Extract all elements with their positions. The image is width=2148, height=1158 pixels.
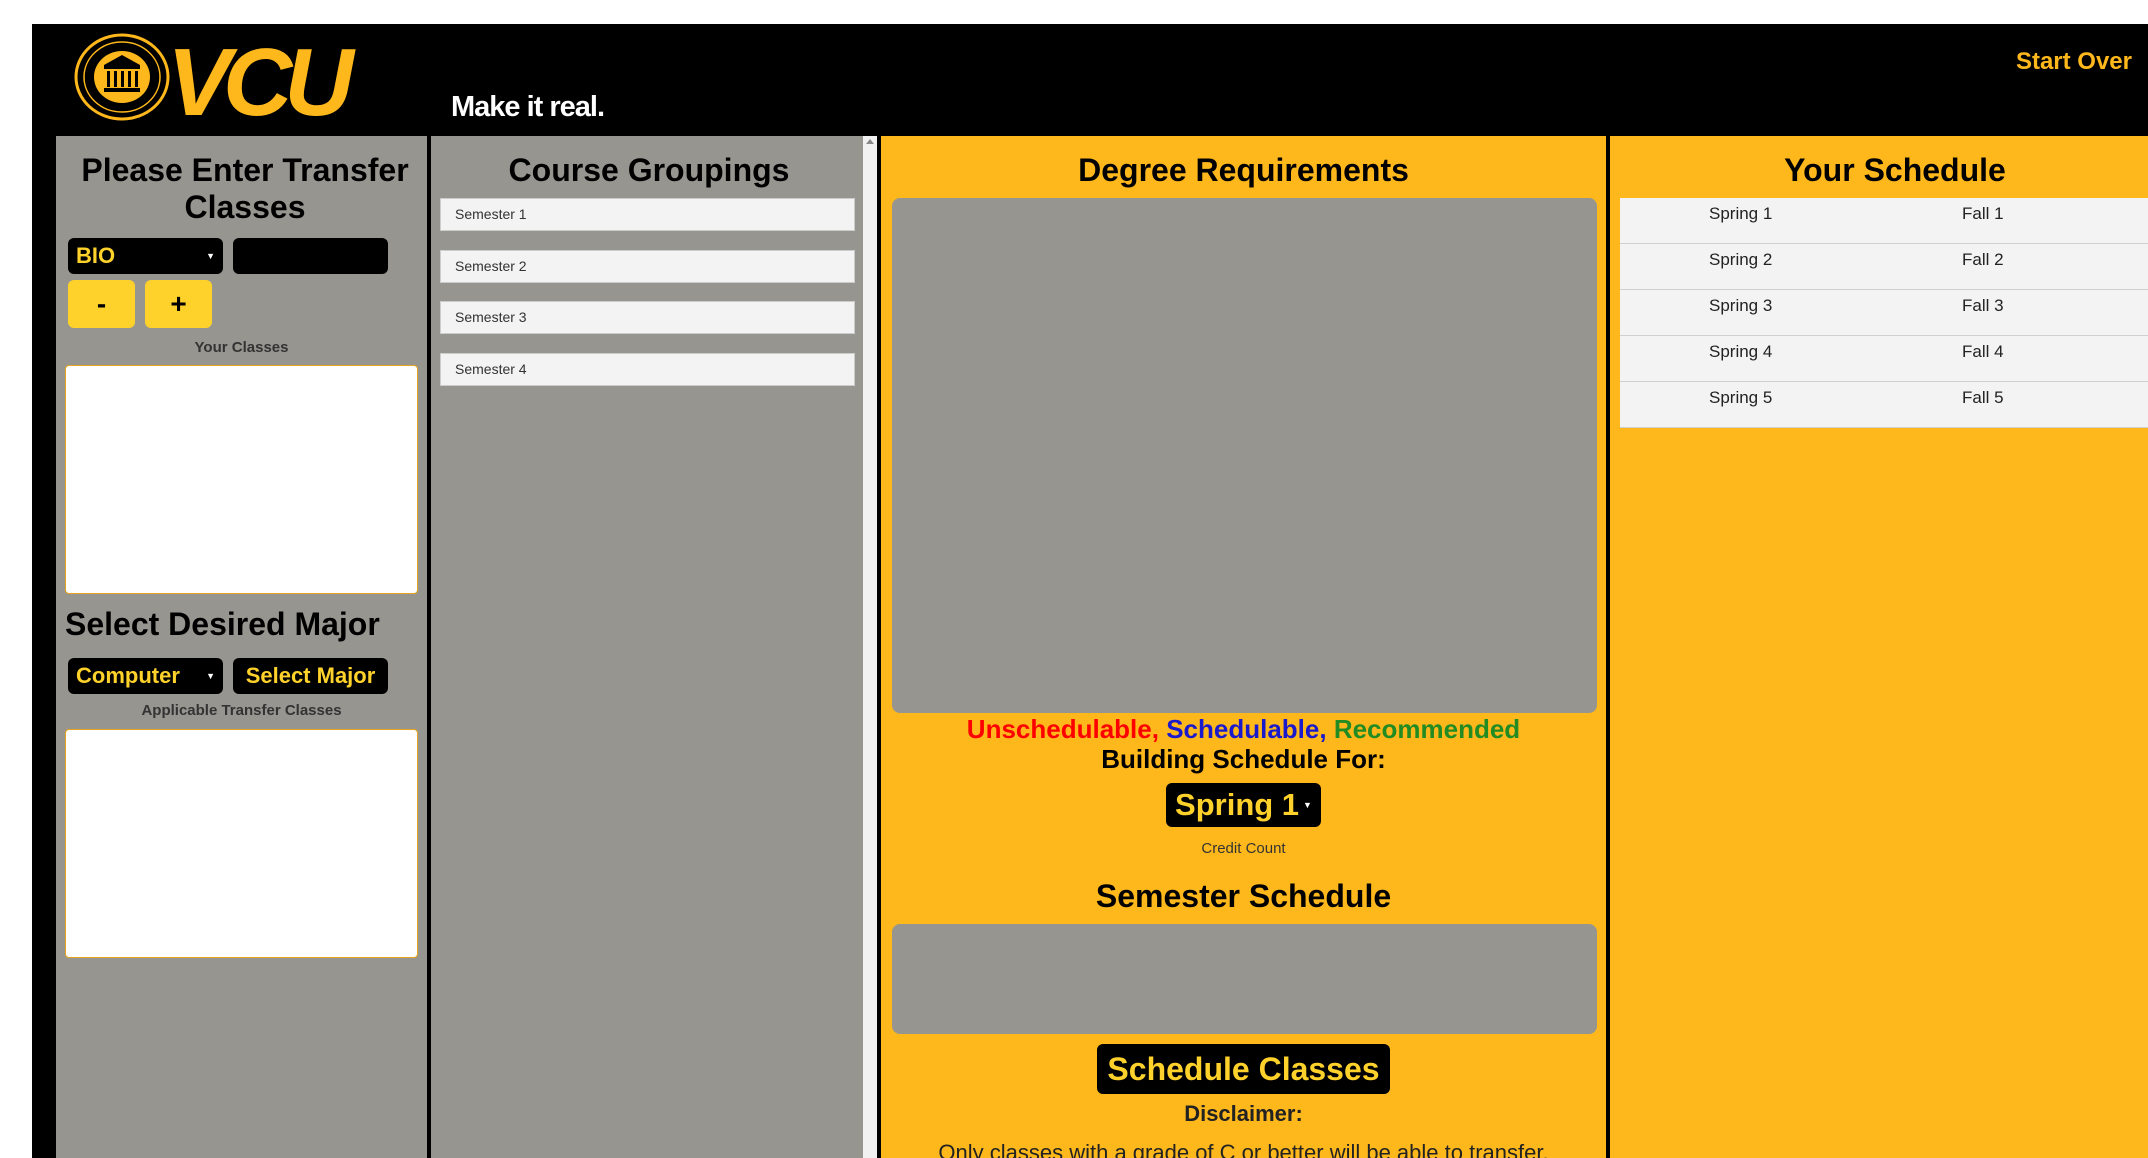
remove-class-button[interactable]: - bbox=[68, 280, 135, 328]
legend-unschedulable: Unschedulable, bbox=[966, 714, 1159, 744]
grouping-item[interactable]: Semester 1 bbox=[440, 198, 855, 231]
schedule-row: Spring 2 Fall 2 bbox=[1620, 244, 2148, 290]
tagline: Make it real. bbox=[451, 91, 605, 123]
schedule-cell-fall[interactable]: Fall 3 bbox=[1962, 296, 2004, 316]
schedule-cell-spring[interactable]: Spring 4 bbox=[1709, 342, 1962, 362]
start-over-link[interactable]: Start Over bbox=[2016, 48, 2132, 76]
schedule-row: Spring 3 Fall 3 bbox=[1620, 290, 2148, 336]
your-classes-textarea[interactable] bbox=[65, 365, 418, 594]
semester-schedule-box[interactable] bbox=[892, 924, 1597, 1034]
course-groupings-panel: Course Groupings Semester 1 Semester 2 S… bbox=[431, 136, 877, 1158]
schedule-cell-spring[interactable]: Spring 2 bbox=[1709, 250, 1962, 270]
your-schedule-panel: Your Schedule Spring 1 Fall 1 Spring 2 F… bbox=[1610, 136, 2148, 1158]
schedule-cell-fall[interactable]: Fall 2 bbox=[1962, 250, 2004, 270]
caret-down-icon: ▼ bbox=[1303, 800, 1312, 810]
your-classes-label: Your Classes bbox=[194, 339, 289, 356]
header-bar: VCU Make it real. Start Over bbox=[32, 24, 2148, 136]
semester-select-value: Spring 1 bbox=[1175, 787, 1300, 822]
legend-recommended: Recommended bbox=[1333, 714, 1521, 744]
applicable-transfer-label: Applicable Transfer Classes bbox=[141, 702, 342, 719]
app-window: VCU Make it real. Start Over Please Ente… bbox=[32, 24, 2148, 1158]
transfer-title: Please Enter Transfer Classes bbox=[81, 152, 409, 225]
semester-schedule-title: Semester Schedule bbox=[1095, 878, 1392, 914]
schedule-cell-fall[interactable]: Fall 1 bbox=[1962, 204, 2004, 224]
schedule-table: Spring 1 Fall 1 Spring 2 Fall 2 Spring 3… bbox=[1620, 198, 2148, 428]
groupings-title: Course Groupings bbox=[508, 152, 790, 188]
schedule-row: Spring 1 Fall 1 bbox=[1620, 198, 2148, 244]
status-legend: Unschedulable, Schedulable, Recommended bbox=[881, 714, 1606, 745]
semester-select[interactable]: Spring 1 ▼ bbox=[1166, 783, 1321, 827]
disclaimer-text: Only classes with a grade of C or better… bbox=[938, 1140, 1549, 1158]
groupings-scrollbar[interactable] bbox=[863, 136, 877, 1158]
caret-down-icon: ▼ bbox=[206, 671, 215, 681]
vcu-seal-icon bbox=[74, 33, 170, 121]
vcu-wordmark: VCU bbox=[167, 29, 354, 136]
applicable-transfer-textarea[interactable] bbox=[65, 729, 418, 958]
schedule-classes-button[interactable]: Schedule Classes bbox=[1097, 1044, 1390, 1094]
major-select[interactable]: Computer ▼ bbox=[68, 658, 223, 694]
schedule-cell-fall[interactable]: Fall 5 bbox=[1962, 388, 2004, 408]
degree-requirements-panel: Degree Requirements Unschedulable, Sched… bbox=[881, 136, 1606, 1158]
grouping-item[interactable]: Semester 4 bbox=[440, 353, 855, 386]
schedule-row: Spring 4 Fall 4 bbox=[1620, 336, 2148, 382]
schedule-cell-spring[interactable]: Spring 1 bbox=[1709, 204, 1962, 224]
schedule-title: Your Schedule bbox=[1784, 152, 2006, 188]
degree-title: Degree Requirements bbox=[1078, 152, 1409, 188]
course-number-input[interactable] bbox=[233, 238, 388, 274]
major-title: Select Desired Major bbox=[65, 606, 380, 642]
major-select-value: Computer bbox=[76, 663, 180, 688]
disclaimer-title: Disclaimer: bbox=[1184, 1101, 1303, 1126]
transfer-classes-panel: Please Enter Transfer Classes BIO ▼ - + … bbox=[56, 136, 427, 1158]
schedule-row: Spring 5 Fall 5 bbox=[1620, 382, 2148, 428]
grouping-item[interactable]: Semester 2 bbox=[440, 250, 855, 283]
scroll-up-icon[interactable] bbox=[866, 139, 874, 144]
caret-down-icon: ▼ bbox=[206, 251, 215, 261]
subject-select[interactable]: BIO ▼ bbox=[68, 238, 223, 274]
schedule-cell-fall[interactable]: Fall 4 bbox=[1962, 342, 2004, 362]
degree-requirements-list[interactable] bbox=[892, 198, 1597, 713]
add-class-button[interactable]: + bbox=[145, 280, 212, 328]
select-major-button[interactable]: Select Major bbox=[233, 658, 388, 694]
grouping-item[interactable]: Semester 3 bbox=[440, 301, 855, 334]
subject-select-value: BIO bbox=[76, 243, 116, 268]
building-schedule-label: Building Schedule For: bbox=[1101, 744, 1386, 774]
schedule-cell-spring[interactable]: Spring 3 bbox=[1709, 296, 1962, 316]
schedule-cell-spring[interactable]: Spring 5 bbox=[1709, 388, 1962, 408]
legend-schedulable: Schedulable, bbox=[1166, 714, 1327, 744]
credit-count-label: Credit Count bbox=[1201, 840, 1286, 857]
